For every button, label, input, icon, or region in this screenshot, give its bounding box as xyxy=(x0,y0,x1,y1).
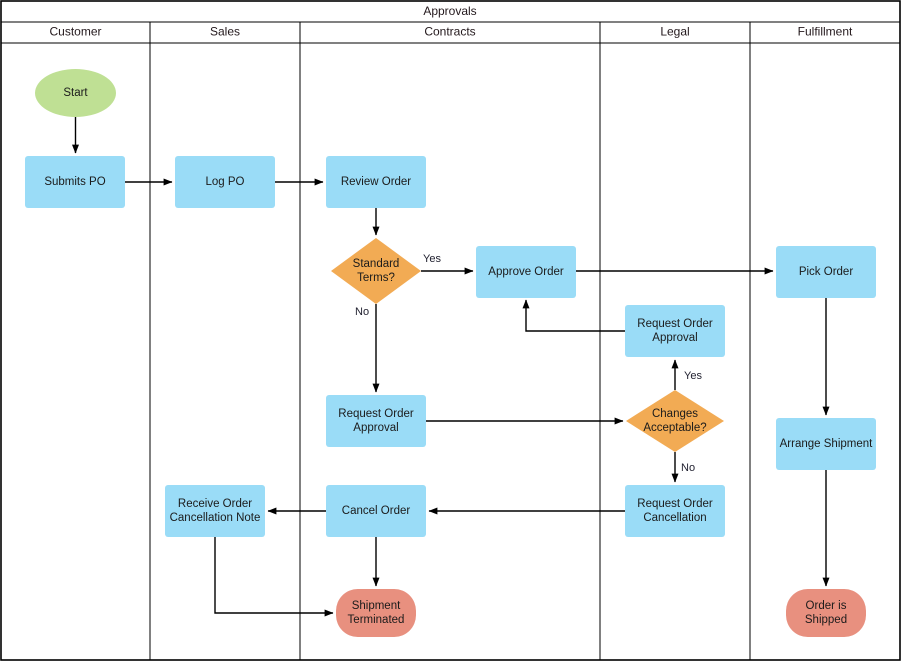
node-pick-order[interactable]: Pick Order xyxy=(776,246,876,298)
task-shape[interactable] xyxy=(326,395,426,447)
edge-path xyxy=(522,299,625,332)
node-request-approval-c[interactable]: Request Order Approval xyxy=(326,395,426,447)
decision-shape[interactable] xyxy=(626,390,724,452)
node-standard-terms[interactable]: Standard Terms? xyxy=(331,238,421,304)
edge-e-requestl-approve xyxy=(522,299,625,332)
lane-sales: Sales xyxy=(149,22,240,660)
node-label: Terms? xyxy=(357,272,395,284)
swimlane-diagram: Approvals Customer Sales Contracts Legal Ful… xyxy=(0,0,901,661)
node-label: Submits PO xyxy=(44,176,105,188)
node-arrange-shipment[interactable]: Arrange Shipment xyxy=(776,418,876,470)
pool-title: Approvals xyxy=(423,4,476,18)
node-shipment-terminated[interactable]: Shipment Terminated xyxy=(336,589,416,637)
node-label: Cancellation xyxy=(643,512,706,524)
node-label: Approve Order xyxy=(488,266,564,278)
edge-e-terms-request: No xyxy=(355,304,380,393)
node-label: Receive Order xyxy=(178,498,252,510)
lane-title-fulfillment: Fulfillment xyxy=(798,25,853,39)
node-cancel-order[interactable]: Cancel Order xyxy=(326,485,426,537)
task-shape[interactable] xyxy=(165,485,265,537)
node-label: Cancel Order xyxy=(342,505,411,517)
edge-label: No xyxy=(681,462,695,474)
lane-fulfillment: Fulfillment xyxy=(749,22,853,660)
node-label: Review Order xyxy=(341,176,411,188)
node-label: Request Order xyxy=(637,498,713,510)
edge-path xyxy=(214,537,334,617)
edge-e-changes-cancelreq: No xyxy=(671,452,695,483)
node-changes-acceptable[interactable]: Changes Acceptable? xyxy=(626,390,724,452)
node-label: Start xyxy=(63,87,88,99)
task-shape[interactable] xyxy=(625,485,725,537)
node-start[interactable]: Start xyxy=(35,69,116,117)
task-shape[interactable] xyxy=(625,305,725,357)
node-order-shipped[interactable]: Order is Shipped xyxy=(786,589,866,637)
node-label: Shipped xyxy=(805,614,847,626)
node-label: Arrange Shipment xyxy=(780,438,873,450)
pool-border xyxy=(0,0,901,661)
pool-header: Approvals xyxy=(1,4,900,23)
lane-title-sales: Sales xyxy=(210,25,240,39)
node-label: Request Order xyxy=(338,408,414,420)
lane-title-customer: Customer xyxy=(49,25,101,39)
node-label: Order is xyxy=(806,600,847,612)
end-event-shape[interactable] xyxy=(786,589,866,637)
node-label: Standard xyxy=(353,258,400,270)
end-event-shape[interactable] xyxy=(336,589,416,637)
edge-label: No xyxy=(355,306,369,318)
node-review-order[interactable]: Review Order xyxy=(326,156,426,208)
edge-label: Yes xyxy=(423,253,441,265)
edge-e-receive-terminated xyxy=(214,537,334,617)
edge-e-changes-requestl: Yes xyxy=(671,359,702,390)
node-label: Cancellation Note xyxy=(170,512,261,524)
node-log-po[interactable]: Log PO xyxy=(175,156,275,208)
lane-contracts: Contracts xyxy=(299,22,476,660)
decision-shape[interactable] xyxy=(331,238,421,304)
lanes-layer: Customer Sales Contracts Legal Fulfillment xyxy=(1,22,900,660)
node-label: Approval xyxy=(353,422,398,434)
lane-customer: Customer xyxy=(49,25,101,39)
node-request-approval-l[interactable]: Request Order Approval xyxy=(625,305,725,357)
lane-title-legal: Legal xyxy=(660,25,689,39)
node-label: Pick Order xyxy=(799,266,853,278)
node-receive-cancel[interactable]: Receive Order Cancellation Note xyxy=(165,485,265,537)
flowchart-canvas: Approvals Customer Sales Contracts Legal Ful… xyxy=(0,0,901,661)
node-request-cancel[interactable]: Request Order Cancellation xyxy=(625,485,725,537)
node-submits-po[interactable]: Submits PO xyxy=(25,156,125,208)
node-label: Approval xyxy=(652,332,697,344)
node-label: Shipment xyxy=(352,600,401,612)
node-label: Changes xyxy=(652,408,698,420)
node-label: Request Order xyxy=(637,318,713,330)
node-label: Log PO xyxy=(206,176,245,188)
node-label: Acceptable? xyxy=(643,422,706,434)
edge-label: Yes xyxy=(684,370,702,382)
node-approve-order[interactable]: Approve Order xyxy=(476,246,576,298)
lane-title-contracts: Contracts xyxy=(424,25,475,39)
nodes-layer: Start Submits PO Log PO Review Order Standar… xyxy=(25,69,876,637)
node-label: Terminated xyxy=(348,614,405,626)
edge-e-terms-approve: Yes xyxy=(421,253,474,275)
